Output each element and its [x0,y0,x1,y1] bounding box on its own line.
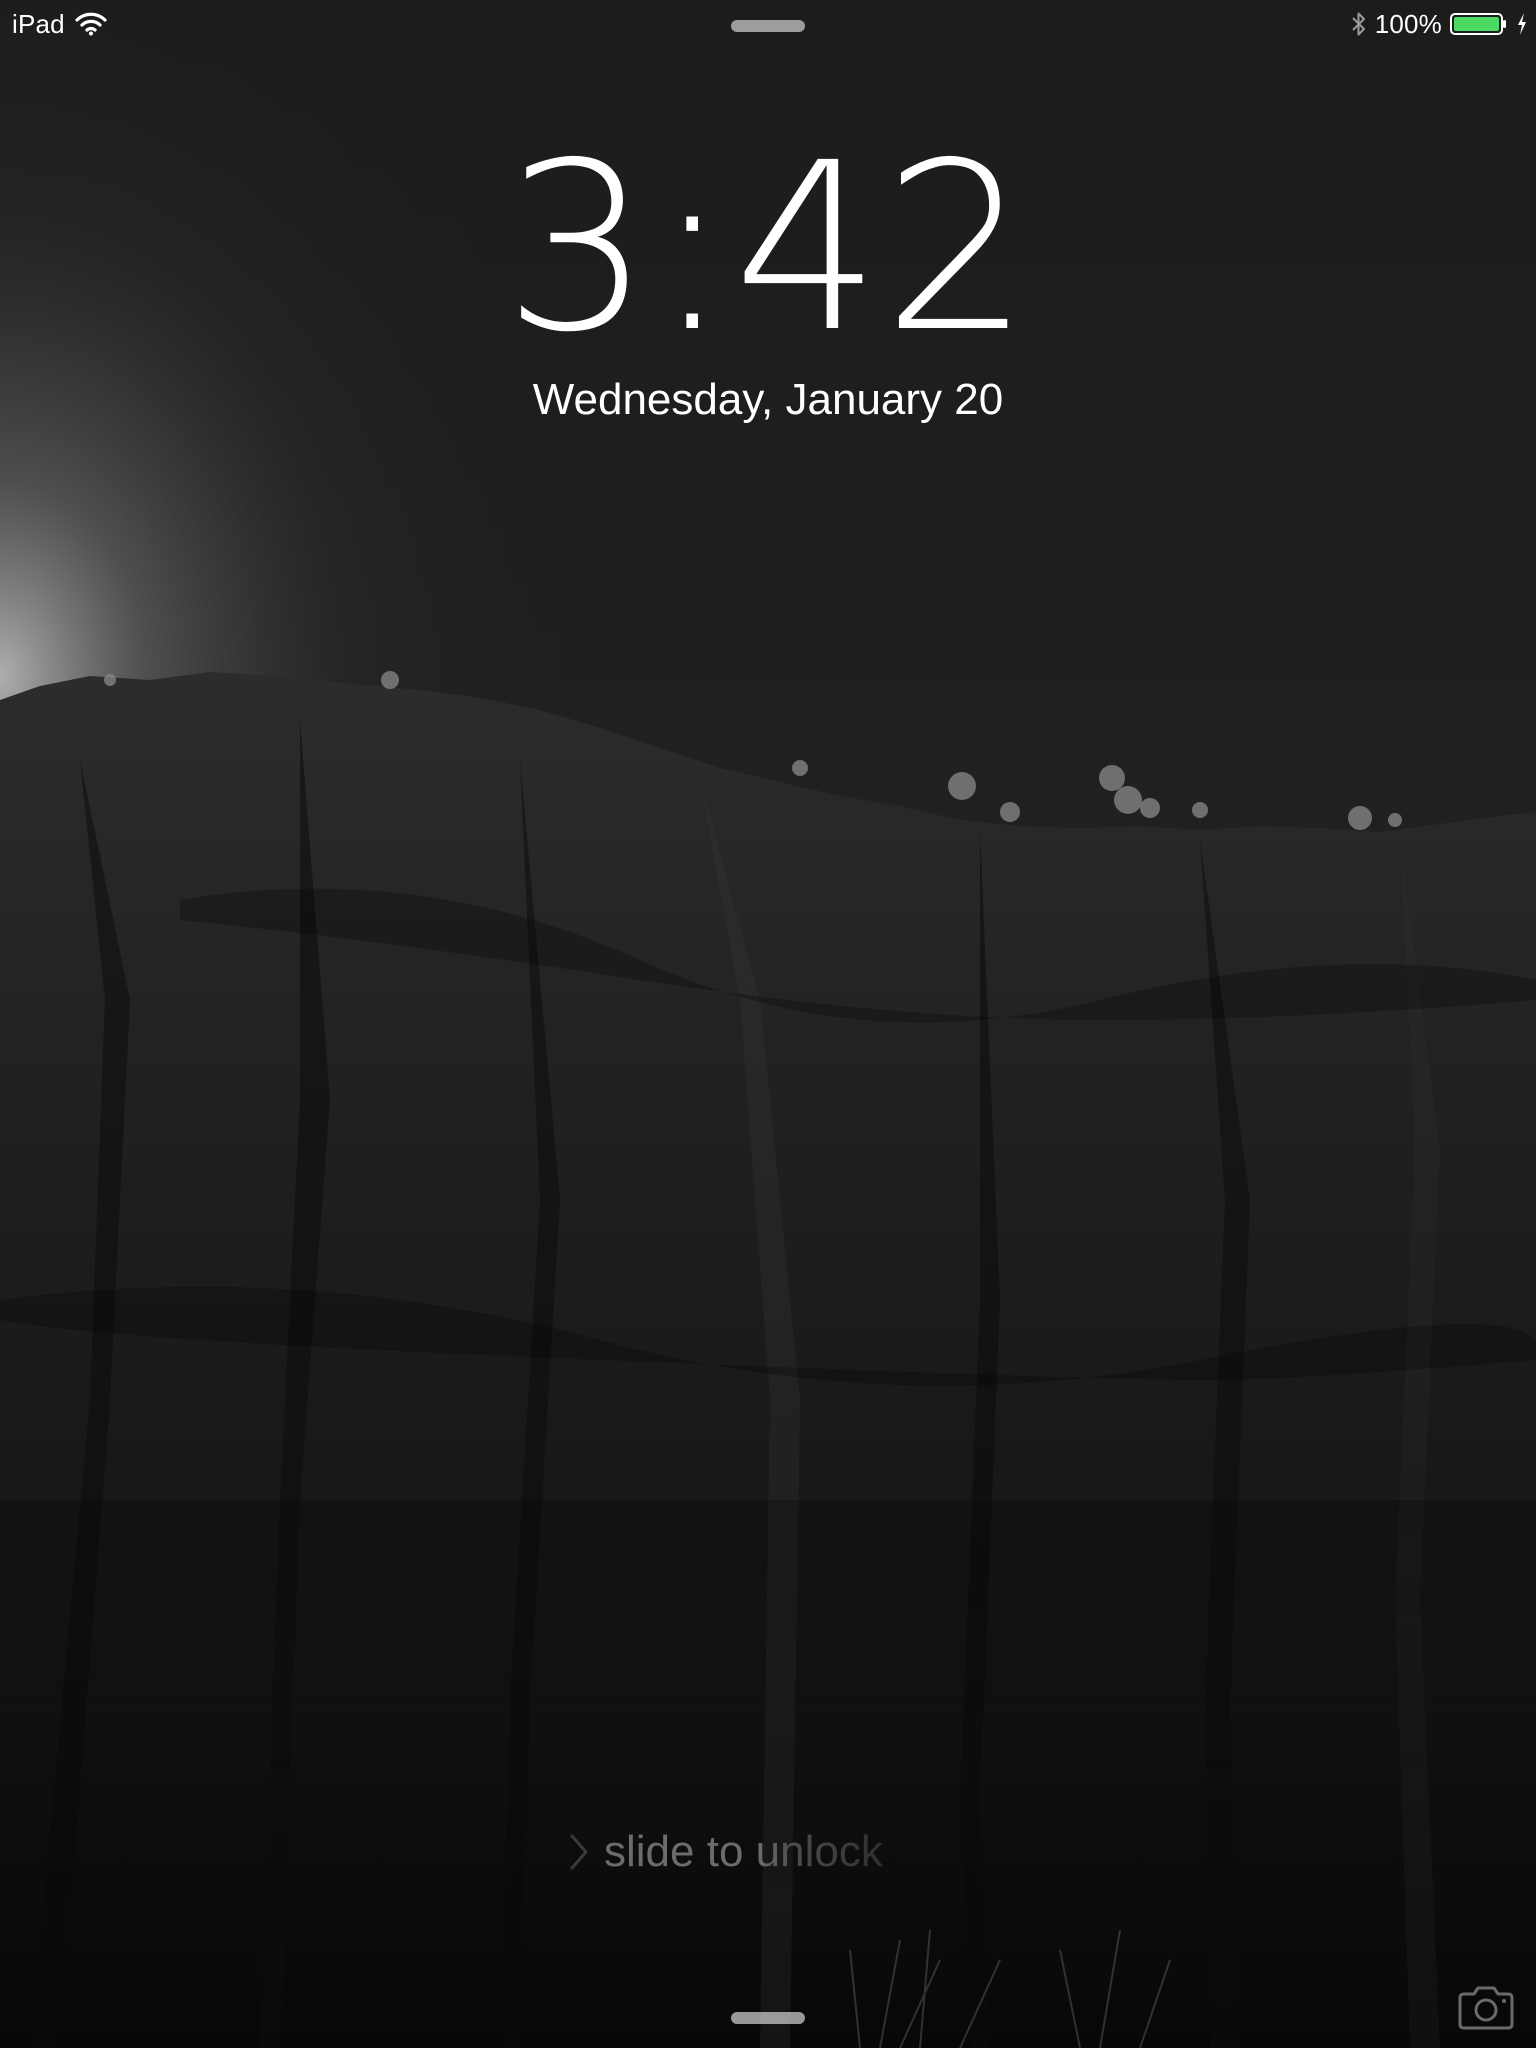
slide-to-unlock[interactable]: slide to unlock [568,1820,968,1884]
lock-screen-date: Wednesday, January 20 [532,375,1004,424]
slide-chevron-icon [570,1834,588,1870]
battery-icon [1450,13,1506,35]
device-name: iPad [12,8,65,39]
battery-fill [1454,17,1499,31]
status-bar: iPad 100% [0,0,1536,48]
status-right: 100% [1351,8,1528,40]
wifi-icon [75,12,107,36]
notification-center-grabber[interactable] [731,20,805,32]
bluetooth-icon [1351,12,1365,36]
camera-icon[interactable] [1456,1984,1516,2032]
lock-screen-time: 3:42 [503,113,1033,383]
battery-percentage: 100% [1374,8,1442,39]
control-center-grabber[interactable] [731,2012,805,2024]
status-left: iPad [12,8,107,40]
charging-bolt-icon [1518,13,1526,35]
slide-to-unlock-label: slide to unlock [604,1820,883,1884]
